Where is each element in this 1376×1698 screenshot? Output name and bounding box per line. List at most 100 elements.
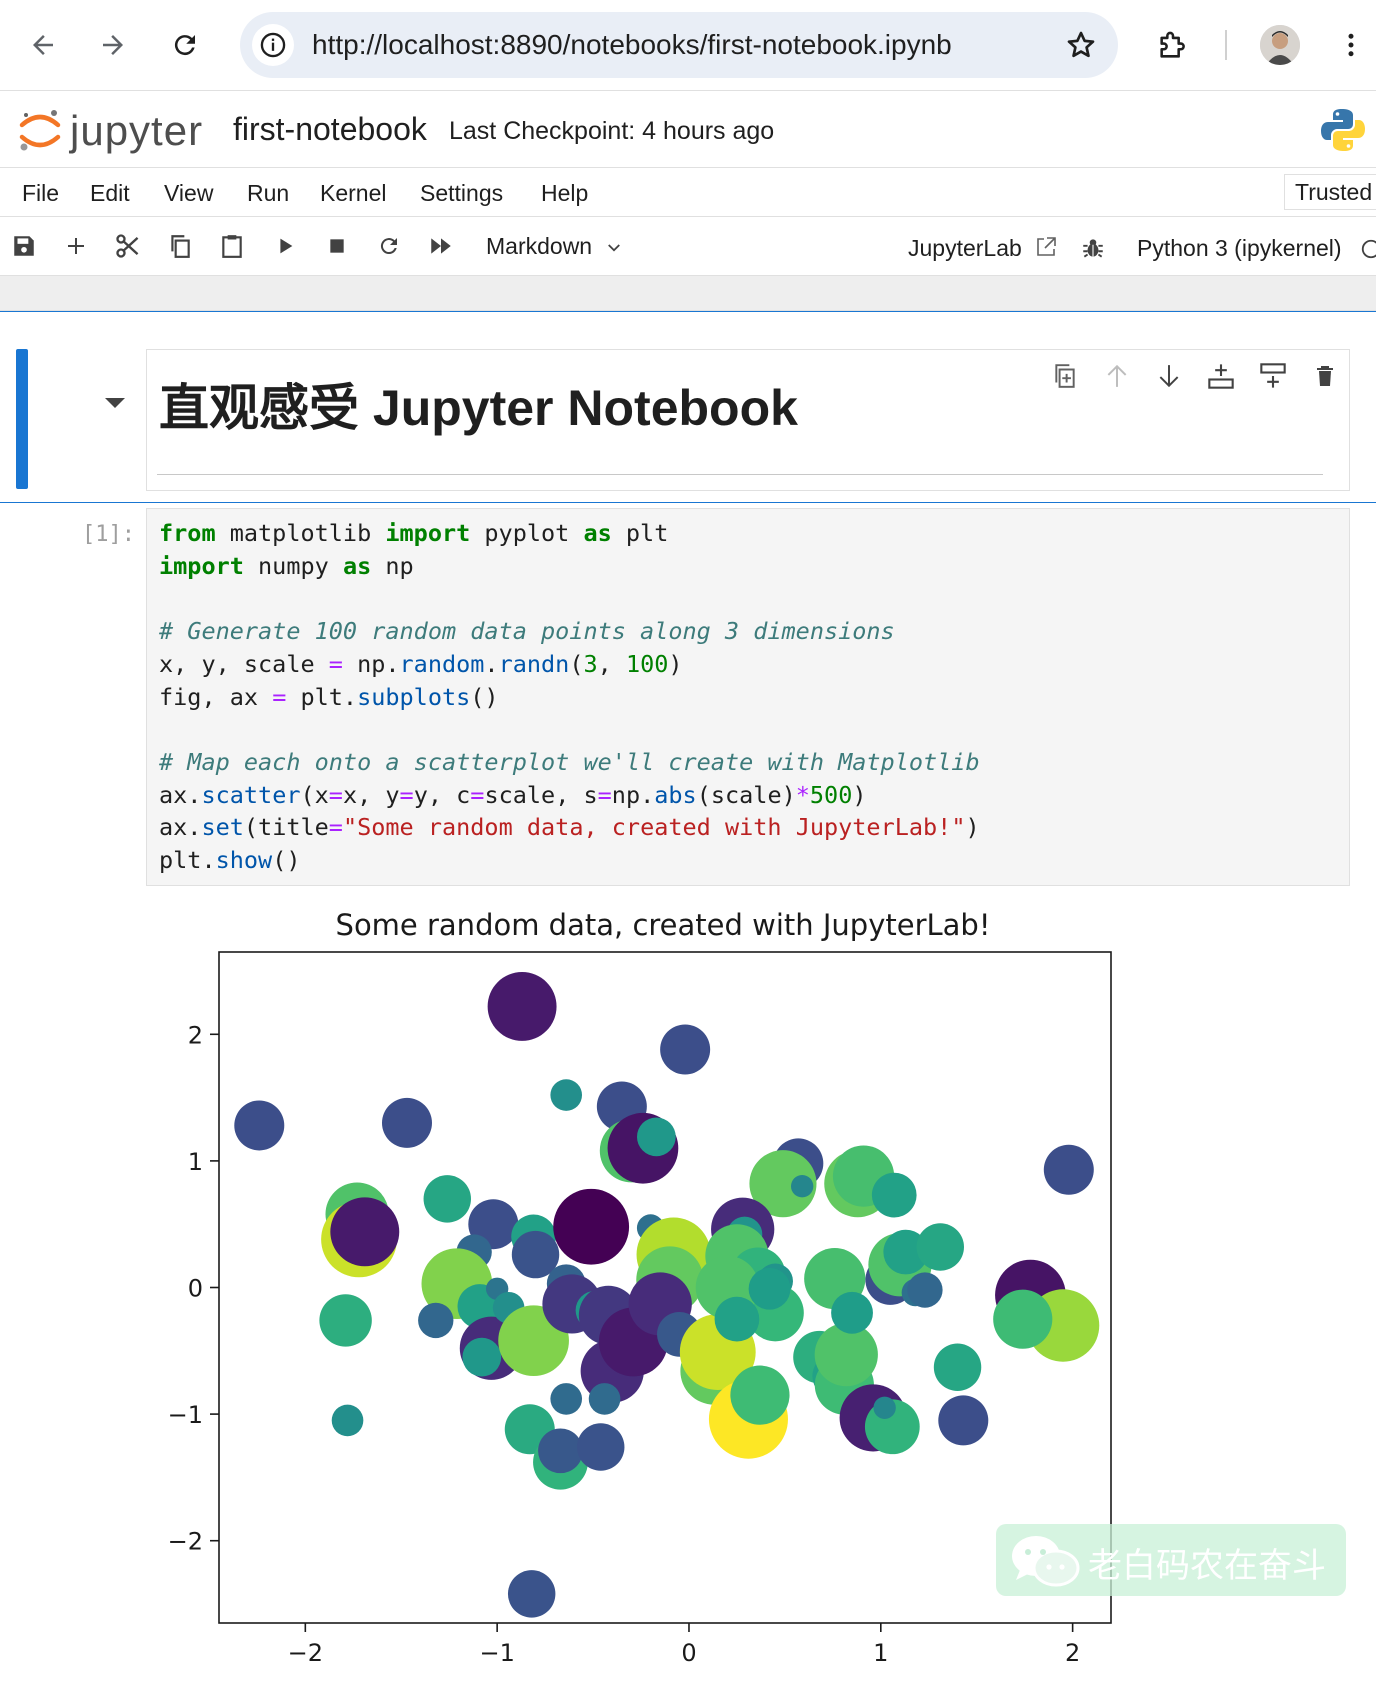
caret-down-icon[interactable] xyxy=(104,396,126,410)
jupyter-logo-icon xyxy=(19,110,61,151)
paste-button[interactable] xyxy=(217,231,247,261)
scatter-point xyxy=(933,1343,982,1391)
chart-title: Some random data, created with JupyterLa… xyxy=(336,908,991,942)
scatter-point xyxy=(916,1223,964,1271)
menu-run[interactable]: Run xyxy=(247,180,289,207)
jupyterlab-label: JupyterLab xyxy=(908,235,1022,261)
forward-button[interactable] xyxy=(88,20,138,70)
scatter-point xyxy=(790,1175,814,1198)
person-icon xyxy=(1260,25,1300,65)
last-checkpoint: Last Checkpoint: 4 hours ago xyxy=(449,117,775,145)
save-icon xyxy=(14,236,34,256)
clipboard-icon xyxy=(222,235,242,258)
menu-view[interactable]: View xyxy=(164,180,213,207)
heading-underline xyxy=(157,474,1323,475)
trash-icon xyxy=(1317,366,1333,386)
reload-button[interactable] xyxy=(160,20,210,70)
run-button[interactable] xyxy=(270,231,300,261)
bug-icon xyxy=(1083,239,1103,258)
scatter-points xyxy=(234,971,1100,1618)
x-tick-label: 1 xyxy=(873,1639,888,1667)
y-tick-label: −1 xyxy=(168,1401,203,1429)
restart-kernel-button[interactable] xyxy=(374,231,404,261)
menu-file[interactable]: File xyxy=(22,180,59,207)
interrupt-button[interactable] xyxy=(322,231,352,261)
scatter-point xyxy=(660,1024,711,1075)
cell-type-select[interactable]: Markdown xyxy=(486,233,623,260)
cell-type-value: Markdown xyxy=(486,233,593,259)
move-cell-down-button[interactable] xyxy=(1153,360,1185,392)
duplicate-cell-button[interactable] xyxy=(1049,360,1081,392)
scatter-point xyxy=(1043,1144,1094,1195)
menu-edit[interactable]: Edit xyxy=(90,180,130,207)
y-tick-label: −2 xyxy=(168,1528,203,1556)
scatter-point xyxy=(938,1395,989,1446)
open-jupyterlab-button[interactable]: JupyterLab xyxy=(908,235,1058,262)
save-button[interactable] xyxy=(9,231,39,261)
notebook-title[interactable]: first-notebook xyxy=(233,111,427,148)
scatter-point xyxy=(637,1117,676,1157)
menu-help[interactable]: Help xyxy=(541,180,588,207)
x-tick-label: −2 xyxy=(288,1639,323,1667)
browser-menu-button[interactable] xyxy=(1326,20,1376,70)
menu-kernel[interactable]: Kernel xyxy=(320,180,386,207)
scatter-point xyxy=(907,1272,943,1308)
copy-icon xyxy=(171,235,190,258)
scatter-point xyxy=(553,1188,630,1265)
menu-settings[interactable]: Settings xyxy=(420,180,503,207)
insert-cell-below-button[interactable] xyxy=(1257,360,1289,392)
scatter-point xyxy=(873,1396,896,1419)
code-text[interactable]: from matplotlib import pyplot as plt imp… xyxy=(159,517,980,877)
site-info-button[interactable] xyxy=(252,24,294,66)
x-tick-label: −1 xyxy=(479,1639,514,1667)
reload-icon xyxy=(174,35,195,56)
url-text[interactable]: http://localhost:8890/notebooks/first-no… xyxy=(312,12,952,78)
extensions-button[interactable] xyxy=(1148,20,1198,70)
back-button[interactable] xyxy=(18,20,68,70)
restart-icon xyxy=(380,238,397,255)
x-tick-label: 0 xyxy=(681,1639,696,1667)
profile-avatar[interactable] xyxy=(1260,25,1300,65)
scissors-icon xyxy=(116,234,139,258)
markdown-cell[interactable]: 直观感受 Jupyter Notebook xyxy=(0,311,1376,503)
play-icon xyxy=(280,238,293,254)
scatter-point xyxy=(993,1289,1053,1349)
debugger-button[interactable] xyxy=(1078,233,1108,263)
scatter-point xyxy=(381,1097,432,1148)
python-logo-icon xyxy=(1321,109,1365,151)
cut-button[interactable] xyxy=(113,231,143,261)
cell-collapser[interactable] xyxy=(16,349,28,489)
info-icon xyxy=(260,32,286,58)
menu-bar: File Edit View Run Kernel Settings Help … xyxy=(0,168,1376,217)
puzzle-icon xyxy=(1160,31,1185,58)
kernel-name[interactable]: Python 3 (ipykernel) xyxy=(1137,235,1376,262)
arrow-down-icon xyxy=(1159,365,1179,388)
scatter-point xyxy=(330,1197,400,1267)
x-tick-label: 2 xyxy=(1065,1639,1080,1667)
scatter-point xyxy=(550,1079,583,1111)
trusted-indicator[interactable]: Trusted xyxy=(1284,174,1376,210)
copy-button[interactable] xyxy=(165,231,195,261)
scatter-point xyxy=(748,1267,791,1310)
insert-cell-above-button[interactable] xyxy=(1205,360,1237,392)
delete-cell-button[interactable] xyxy=(1309,360,1341,392)
move-cell-up-button[interactable] xyxy=(1101,360,1133,392)
y-tick-label: 1 xyxy=(188,1148,203,1176)
star-icon xyxy=(1067,31,1095,58)
duplicate-icon xyxy=(1055,364,1075,388)
code-cell-editor[interactable]: from matplotlib import pyplot as plt imp… xyxy=(146,508,1350,886)
scatter-point xyxy=(423,1175,471,1223)
kebab-menu-icon xyxy=(1348,33,1354,57)
cell-toolbar xyxy=(1049,360,1349,394)
address-bar[interactable]: http://localhost:8890/notebooks/first-no… xyxy=(240,12,1118,78)
scatter-point xyxy=(507,1570,556,1618)
scatter-point xyxy=(714,1296,760,1342)
bookmark-button[interactable] xyxy=(1062,26,1100,64)
browser-toolbar: http://localhost:8890/notebooks/first-no… xyxy=(0,0,1376,91)
restart-run-all-button[interactable] xyxy=(426,231,456,261)
y-tick-label: 0 xyxy=(188,1275,203,1303)
jupyter-logo[interactable]: jupyter xyxy=(18,105,218,155)
kernel-status-icon xyxy=(1361,239,1376,259)
insert-cell-button[interactable] xyxy=(61,231,91,261)
markdown-cell-content[interactable]: 直观感受 Jupyter Notebook xyxy=(146,349,1350,491)
